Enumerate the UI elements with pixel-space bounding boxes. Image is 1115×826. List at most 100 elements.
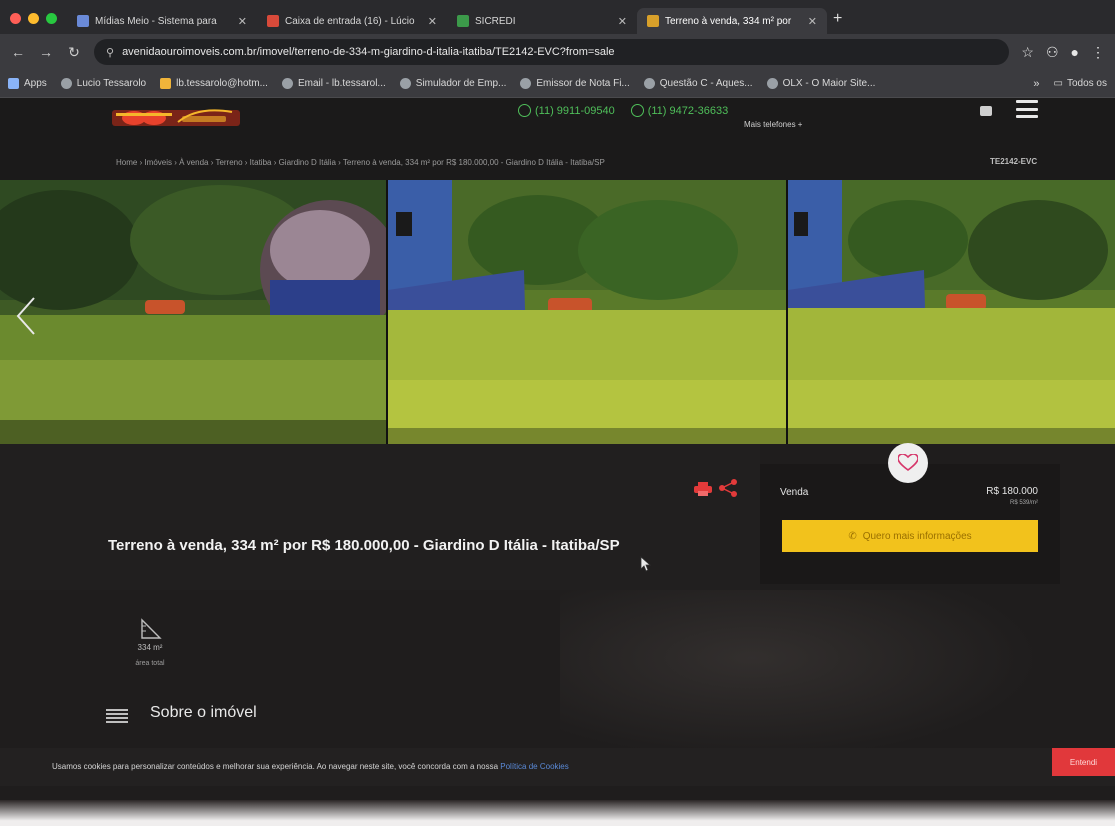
more-phones-link[interactable]: Mais telefones + [744, 120, 802, 129]
bookmark-label: OLX - O Maior Site... [782, 78, 876, 89]
browser-tab-active[interactable]: Terreno à venda, 334 m² por ✕ [637, 8, 827, 34]
cookie-text: Usamos cookies para personalizar conteúd… [52, 762, 499, 771]
heart-icon [898, 454, 918, 472]
property-reference-code: TE2142-EVC [990, 157, 1038, 166]
url-text: avenidaouroimoveis.com.br/imovel/terreno… [122, 46, 615, 58]
address-bar-row: ← → ↻ ⚲ avenidaouroimoveis.com.br/imovel… [0, 34, 1115, 70]
bookmark-favicon-icon [766, 78, 778, 89]
area-label: área total [135, 660, 165, 667]
bookmark-label: lb.tessarolo@hotm... [176, 78, 268, 89]
apps-icon [8, 78, 19, 89]
bookmark-item[interactable]: OLX - O Maior Site... [766, 78, 876, 89]
browser-tab[interactable]: Mídias Meio - Sistema para ✕ [67, 8, 257, 34]
about-property-heading: Sobre o imóvel [150, 704, 257, 721]
bookmarks-overflow-button[interactable]: » [1033, 78, 1039, 90]
bookmark-item[interactable]: Emissor de Nota Fi... [520, 78, 630, 89]
gallery-photo[interactable] [0, 180, 386, 444]
site-info-icon[interactable]: ⚲ [106, 46, 114, 59]
tab-label: Caixa de entrada (16) - Lúcio [285, 15, 415, 27]
bookmark-star-icon[interactable]: ☆ [1021, 44, 1034, 61]
cookie-accept-button[interactable]: Entendi [1052, 748, 1115, 776]
browser-tab[interactable]: Caixa de entrada (16) - Lúcio ✕ [257, 8, 447, 34]
site-header: (11) 9911-09540 (11) 9472-36633 Mais tel… [0, 98, 1115, 180]
chat-icon: ✆ [848, 530, 857, 542]
more-info-label: Quero mais informações [862, 530, 972, 542]
tab-close-icon[interactable]: ✕ [618, 15, 627, 28]
tab-favicon-icon [77, 15, 89, 27]
phone-1[interactable]: (11) 9911-09540 [518, 104, 615, 117]
tab-label: Terreno à venda, 334 m² por [665, 15, 792, 27]
cookie-message: Usamos cookies para personalizar conteúd… [52, 762, 569, 771]
bookmark-favicon-icon [399, 78, 411, 89]
more-info-button[interactable]: ✆ Quero mais informações [782, 520, 1038, 552]
bookmark-item[interactable]: lb.tessarolo@hotm... [160, 78, 268, 89]
extensions-icon[interactable]: ⚇ [1046, 44, 1059, 61]
breadcrumb[interactable]: Home › Imóveis › À venda › Terreno › Ita… [116, 158, 605, 167]
forward-icon[interactable]: → [38, 44, 54, 60]
bookmark-label: Simulador de Emp... [415, 78, 507, 89]
bookmark-label: Lucio Tessarolo [76, 78, 147, 89]
tab-label: Mídias Meio - Sistema para [95, 15, 217, 27]
gallery-photo[interactable] [788, 180, 1115, 444]
tab-favicon-icon [267, 15, 279, 27]
profile-icon[interactable]: ● [1071, 44, 1079, 60]
site-logo[interactable] [112, 102, 240, 130]
share-icon[interactable] [718, 478, 738, 498]
price-per-m2: R$ 539/m² [1009, 500, 1038, 506]
gallery-prev-arrow-icon[interactable] [14, 296, 38, 336]
new-tab-button[interactable]: + [827, 10, 852, 34]
list-icon [106, 709, 128, 723]
bookmark-favicon-icon [160, 78, 172, 89]
other-bookmarks-folder[interactable]: ▭ Todos os [1054, 78, 1107, 89]
listing-title: Terreno à venda, 334 m² por R$ 180.000,0… [108, 537, 620, 554]
tab-favicon-icon [457, 15, 469, 27]
browser-tab-bar: Mídias Meio - Sistema para ✕ Caixa de en… [0, 0, 1115, 34]
address-input[interactable]: ⚲ avenidaouroimoveis.com.br/imovel/terre… [94, 39, 1010, 65]
tab-close-icon[interactable]: ✕ [238, 15, 247, 28]
bookmark-item[interactable]: Lucio Tessarolo [60, 78, 147, 89]
close-window-button[interactable] [10, 13, 21, 24]
cookie-policy-link[interactable]: Política de Cookies [500, 762, 568, 771]
reload-icon[interactable]: ↻ [66, 44, 82, 61]
phone-numbers: (11) 9911-09540 (11) 9472-36633 [518, 104, 728, 117]
phone-2[interactable]: (11) 9472-36633 [630, 104, 729, 117]
browser-menu-icon[interactable]: ⋮ [1091, 44, 1105, 61]
saved-properties-icon[interactable] [980, 106, 992, 116]
price-label: Venda [780, 487, 809, 498]
back-icon[interactable]: ← [10, 44, 26, 60]
hamburger-menu-icon[interactable] [1016, 100, 1038, 118]
bookmark-favicon-icon [60, 78, 72, 89]
bookmark-label: Questão C - Aques... [659, 78, 753, 89]
bookmark-item[interactable]: Questão C - Aques... [643, 78, 753, 89]
bookmark-label: Emissor de Nota Fi... [536, 78, 630, 89]
folder-icon: ▭ [1053, 78, 1063, 89]
tab-favicon-icon [647, 15, 659, 27]
bookmark-item[interactable]: Email - lb.tessarol... [281, 78, 386, 89]
phone-number: (11) 9911-09540 [535, 104, 615, 117]
tab-label: SICREDI [475, 15, 516, 27]
bookmark-favicon-icon [643, 78, 655, 89]
area-ruler-icon [141, 618, 162, 639]
browser-tab[interactable]: SICREDI ✕ [447, 8, 637, 34]
mouse-cursor-icon [640, 556, 652, 572]
minimize-window-button[interactable] [28, 13, 39, 24]
tab-close-icon[interactable]: ✕ [808, 15, 817, 28]
print-icon[interactable] [694, 482, 712, 496]
whatsapp-icon [630, 104, 644, 117]
screen: Mídias Meio - Sistema para ✕ Caixa de en… [0, 0, 1115, 826]
maximize-window-button[interactable] [46, 13, 57, 24]
favorite-button[interactable] [888, 443, 928, 483]
tab-close-icon[interactable]: ✕ [428, 15, 437, 28]
bookmark-favicon-icon [520, 78, 532, 89]
other-bookmarks-label: Todos os [1066, 78, 1107, 89]
area-value: 334 m² [137, 643, 163, 652]
bookmark-item[interactable]: Simulador de Emp... [399, 78, 507, 89]
screen-reflection [560, 590, 1040, 760]
bookmark-apps[interactable]: Apps [8, 78, 47, 89]
price-value: R$ 180.000 [986, 486, 1038, 497]
gallery-photo[interactable] [388, 180, 786, 444]
bookmarks-bar: Apps Lucio Tessarolo lb.tessarolo@hotm..… [0, 70, 1115, 98]
phone-number: (11) 9472-36633 [647, 104, 729, 117]
bookmark-favicon-icon [281, 78, 293, 89]
monitor-bezel [0, 800, 1115, 826]
